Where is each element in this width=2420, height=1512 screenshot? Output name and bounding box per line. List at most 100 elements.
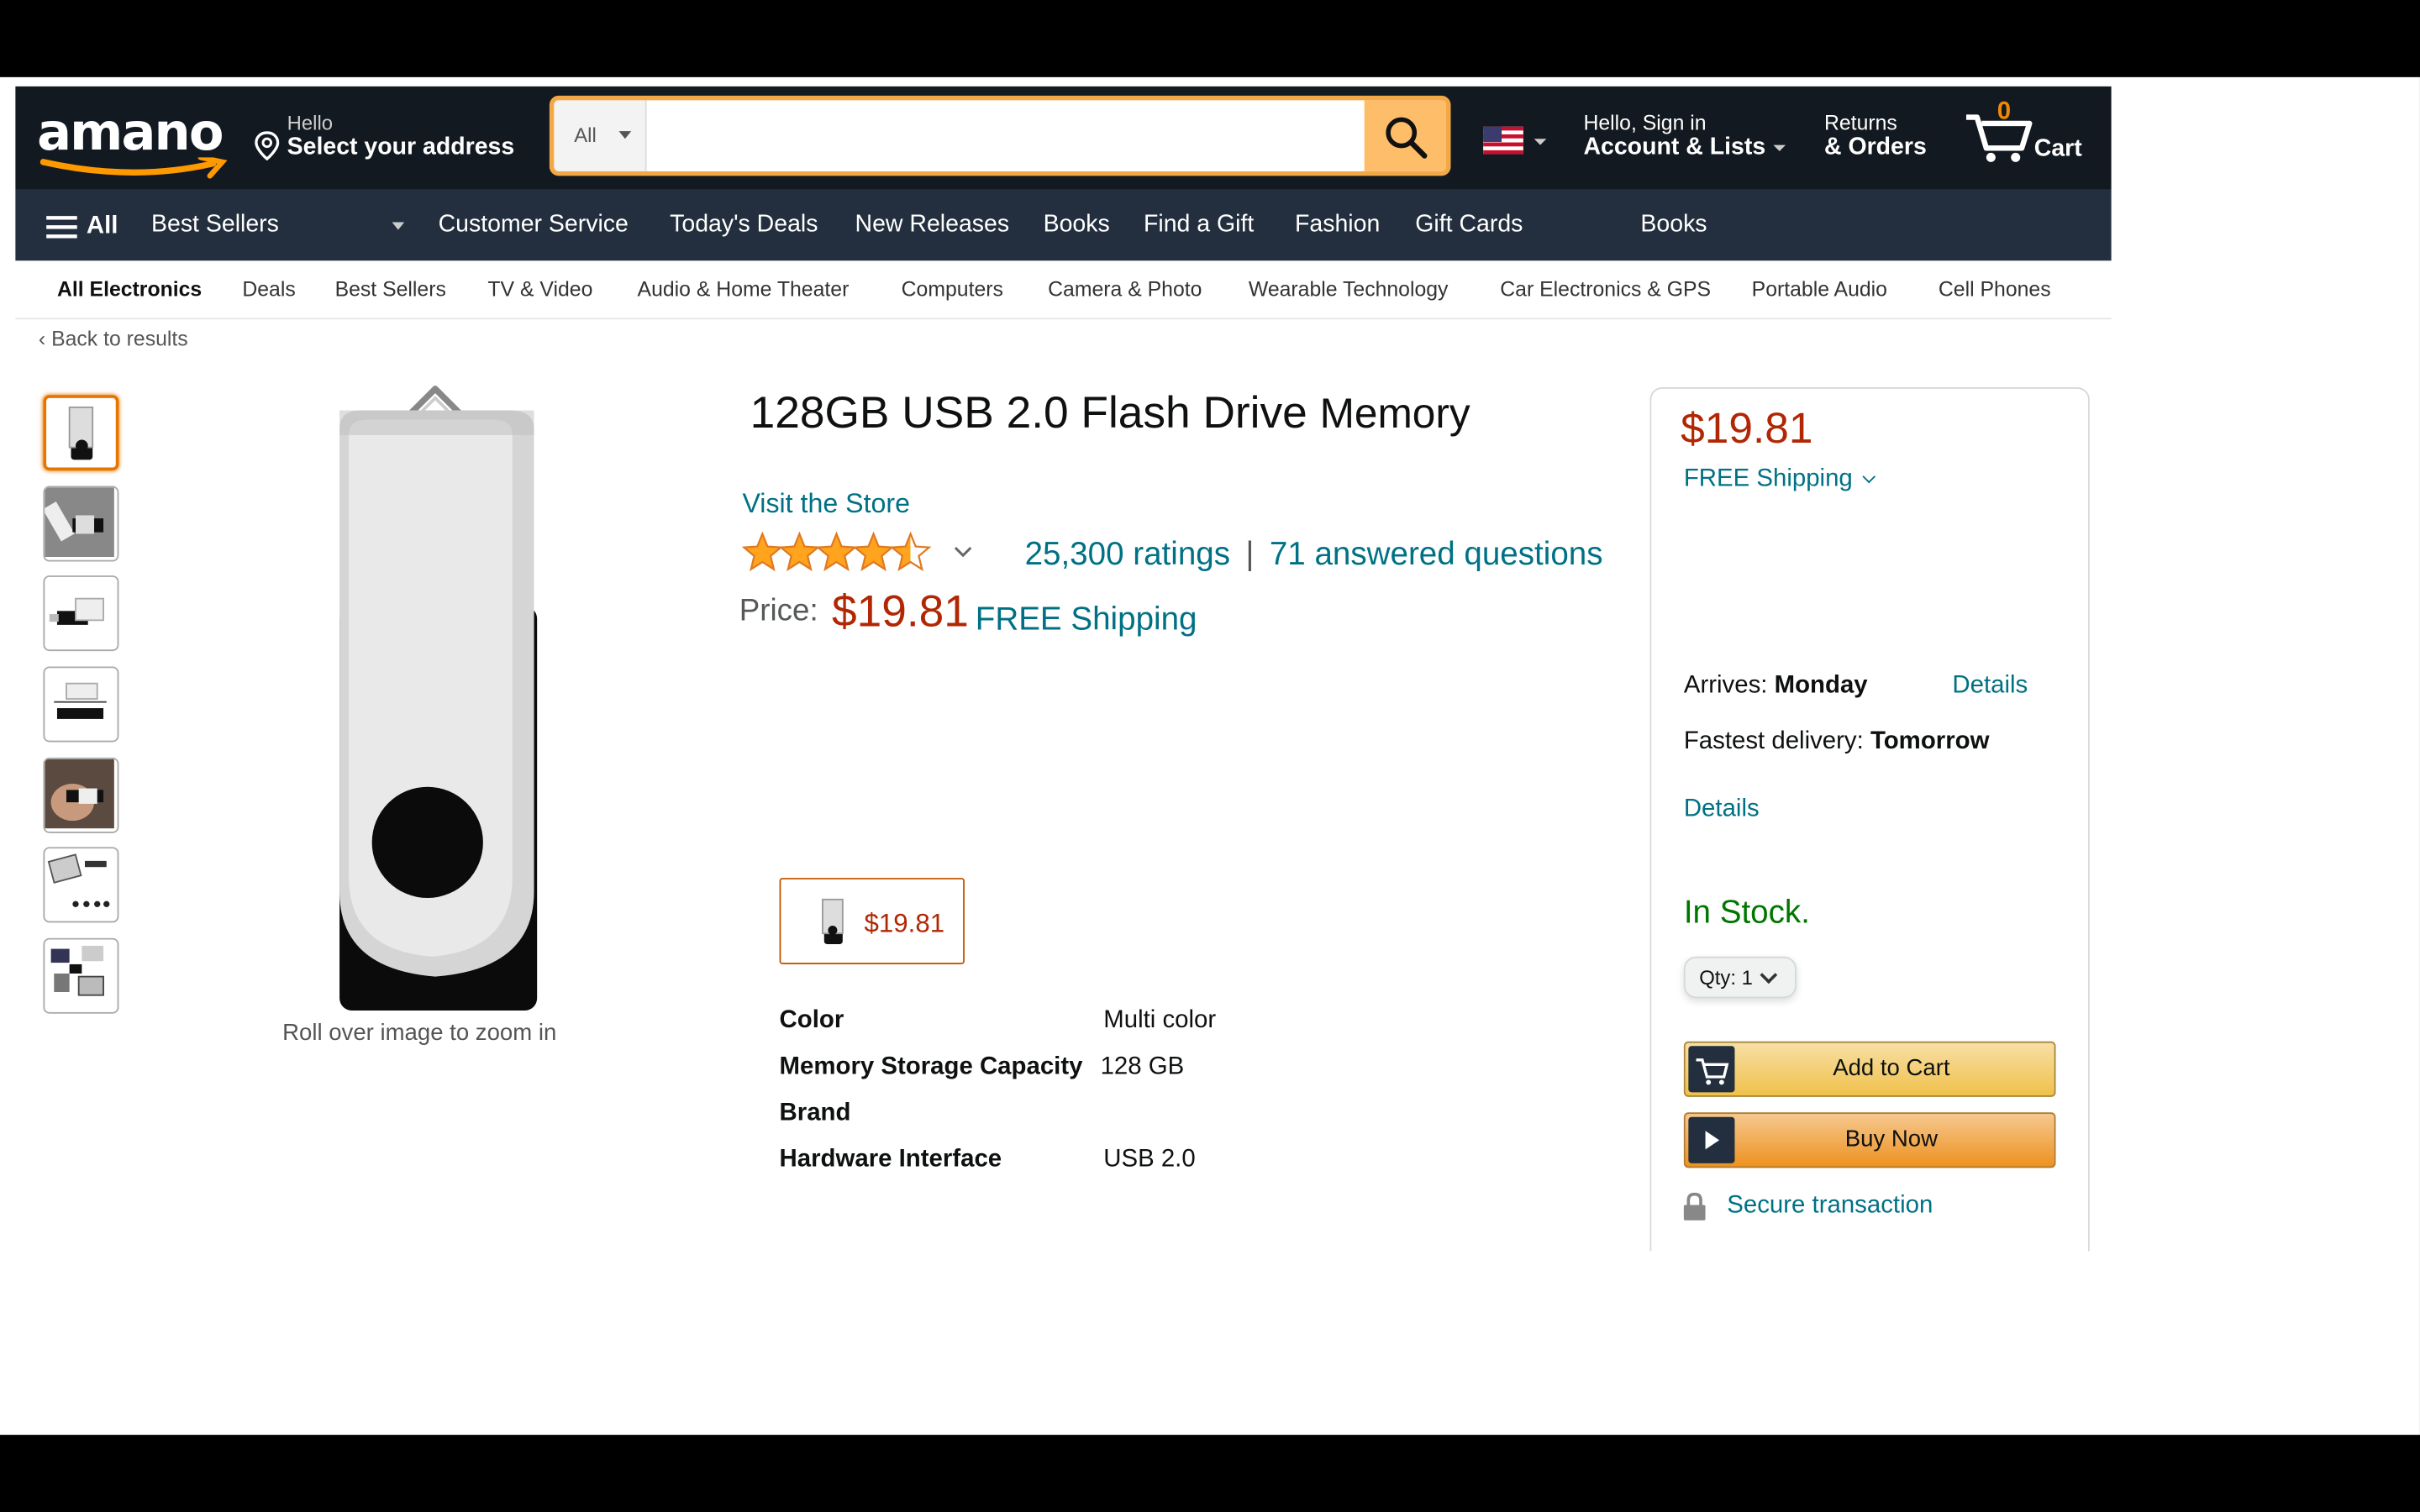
screen: amano Hello Select your address All Hell…: [0, 0, 2420, 1512]
smile-arrow-icon: [39, 157, 228, 179]
ratings-summary: 25,300 ratings | 71 answered questions: [1025, 537, 1603, 574]
thumbnail-4[interactable]: [43, 666, 119, 743]
product-page: amano Hello Select your address All Hell…: [0, 76, 2420, 1436]
cat-wearable-technology[interactable]: Wearable Technology: [1249, 278, 1449, 302]
add-to-cart-button[interactable]: Add to Cart: [1683, 1041, 2056, 1097]
thumbnail-5[interactable]: [43, 757, 119, 833]
arrives-day: Monday: [1774, 672, 1868, 700]
product-title: 128GB USB 2.0 Flash Drive Memory: [750, 386, 1470, 441]
logo[interactable]: amano: [37, 104, 238, 179]
usage-scenarios-thumb-image: [50, 945, 104, 996]
subnav-gift-cards[interactable]: Gift Cards: [1415, 212, 1523, 239]
thumbnail-3[interactable]: [43, 575, 119, 652]
ratings-separator: |: [1245, 537, 1255, 573]
search-button[interactable]: [1364, 100, 1446, 171]
search-category-dropdown[interactable]: All: [554, 100, 647, 171]
address-hello: Hello: [287, 111, 334, 134]
orders-label: & Orders: [1823, 134, 1927, 161]
cart-button[interactable]: 0 Cart: [1963, 99, 2102, 173]
price-label: Price:: [739, 594, 818, 628]
price-value: $19.81: [831, 587, 969, 638]
thumbnail-2[interactable]: [43, 486, 119, 562]
address-select-label: Select your address: [287, 134, 515, 161]
subnav-todays-deals[interactable]: Today's Deals: [670, 212, 818, 239]
plug-and-play-thumb-image: [47, 853, 110, 907]
product-title-suffix: Memory: [1319, 390, 1470, 437]
swatch-drive-image: [822, 898, 844, 945]
language-selector[interactable]: [1483, 126, 1551, 162]
subnav-find-a-gift[interactable]: Find a Gift: [1144, 212, 1254, 239]
cat-portable-audio[interactable]: Portable Audio: [1752, 278, 1887, 302]
caret-down-icon[interactable]: [392, 222, 405, 236]
flash-drive-open-thumb-image: [49, 597, 104, 625]
variant-swatch[interactable]: $19.81: [779, 878, 965, 964]
back-chevron-icon: ‹: [38, 327, 52, 350]
visit-store-link[interactable]: Visit the Store: [742, 487, 910, 520]
stock-status: In Stock.: [1683, 895, 1810, 931]
star-rating-icon: [741, 531, 972, 572]
account-menu[interactable]: Hello, Sign in Account & Lists: [1583, 111, 1787, 160]
spec-value-capacity: 128 GB: [1100, 1053, 1185, 1080]
subnav-new-releases[interactable]: New Releases: [855, 212, 1010, 239]
fastest-day: Tomorrow: [1870, 727, 1990, 755]
spec-key-interface: Hardware Interface: [779, 1146, 1002, 1173]
subnav-books[interactable]: Books: [1044, 212, 1110, 239]
thumbnail-7[interactable]: [43, 937, 119, 1014]
cat-best-sellers[interactable]: Best Sellers: [335, 278, 446, 302]
cat-computers[interactable]: Computers: [902, 278, 1003, 302]
address-selector[interactable]: Hello Select your address: [255, 111, 515, 161]
main-product-image[interactable]: [308, 383, 555, 1016]
fastest-details-link[interactable]: Details: [1684, 796, 1760, 824]
account-lists-text: Account & Lists: [1583, 134, 1766, 161]
cat-deals[interactable]: Deals: [242, 278, 295, 302]
subnav-customer-service[interactable]: Customer Service: [439, 212, 629, 239]
ratings-count-link[interactable]: 25,300 ratings: [1025, 537, 1230, 572]
hamburger-icon: [46, 216, 77, 239]
fastest-label: Fastest delivery:: [1683, 727, 1864, 755]
answered-questions-link[interactable]: 71 answered questions: [1270, 537, 1603, 572]
search-icon: [1386, 117, 1428, 159]
back-to-results-link[interactable]: ‹ Back to results: [39, 327, 188, 350]
bottom-black-bar: [0, 1435, 2420, 1512]
buy-now-label: Buy Now: [1844, 1126, 1939, 1153]
spec-key-color: Color: [779, 1007, 844, 1034]
thumbnail-6[interactable]: [43, 847, 119, 923]
subnav-fashion[interactable]: Fashion: [1295, 212, 1380, 239]
flash-drive-image: [339, 386, 538, 1011]
cart-small-icon: [1688, 1046, 1735, 1093]
spec-key-capacity: Memory Storage Capacity: [779, 1053, 1083, 1080]
spec-key-brand: Brand: [779, 1100, 851, 1126]
cat-tv-video[interactable]: TV & Video: [487, 278, 592, 302]
returns-orders[interactable]: Returns & Orders: [1824, 111, 1927, 160]
free-shipping-link[interactable]: FREE Shipping: [976, 601, 1197, 638]
cat-car-electronics-gps[interactable]: Car Electronics & GPS: [1500, 278, 1711, 302]
all-menu-label: All: [86, 213, 118, 239]
back-to-results-label: Back to results: [51, 327, 188, 350]
account-hello: Hello, Sign in: [1583, 111, 1707, 134]
thumbnail-1[interactable]: [43, 395, 119, 471]
cat-audio-home-theater[interactable]: Audio & Home Theater: [638, 278, 850, 302]
buy-now-button[interactable]: Buy Now: [1683, 1112, 2056, 1168]
all-menu-button[interactable]: All: [46, 213, 118, 240]
subnav-best-sellers[interactable]: Best Sellers: [151, 212, 279, 239]
rating-stars[interactable]: [741, 531, 989, 588]
search-bar: All: [549, 95, 1451, 176]
location-pin-icon: [255, 131, 280, 161]
add-to-cart-label: Add to Cart: [1833, 1055, 1950, 1082]
sub-nav: All Best Sellers Customer Service Today'…: [15, 189, 2112, 261]
buybox-free-shipping-link[interactable]: FREE Shipping: [1684, 466, 1853, 494]
spec-value-interface: USB 2.0: [1103, 1146, 1196, 1173]
delivery-details-link[interactable]: Details: [1952, 673, 2028, 701]
spec-value-color: Multi color: [1103, 1007, 1217, 1034]
cat-all-electronics[interactable]: All Electronics: [57, 278, 202, 302]
returns-label: Returns: [1823, 111, 1897, 134]
top-black-bar: [0, 0, 2420, 77]
secure-transaction-link[interactable]: Secure transaction: [1727, 1193, 1933, 1221]
cat-camera-photo[interactable]: Camera & Photo: [1048, 278, 1202, 302]
hand-holding-drive-thumb-image: [45, 759, 114, 829]
cart-label: Cart: [2033, 135, 2082, 162]
quantity-dropdown[interactable]: Qty: 1: [1683, 956, 1797, 999]
cat-cell-phones[interactable]: Cell Phones: [1939, 278, 2051, 302]
search-input[interactable]: [648, 100, 1365, 171]
subnav-books-2[interactable]: Books: [1640, 212, 1707, 239]
